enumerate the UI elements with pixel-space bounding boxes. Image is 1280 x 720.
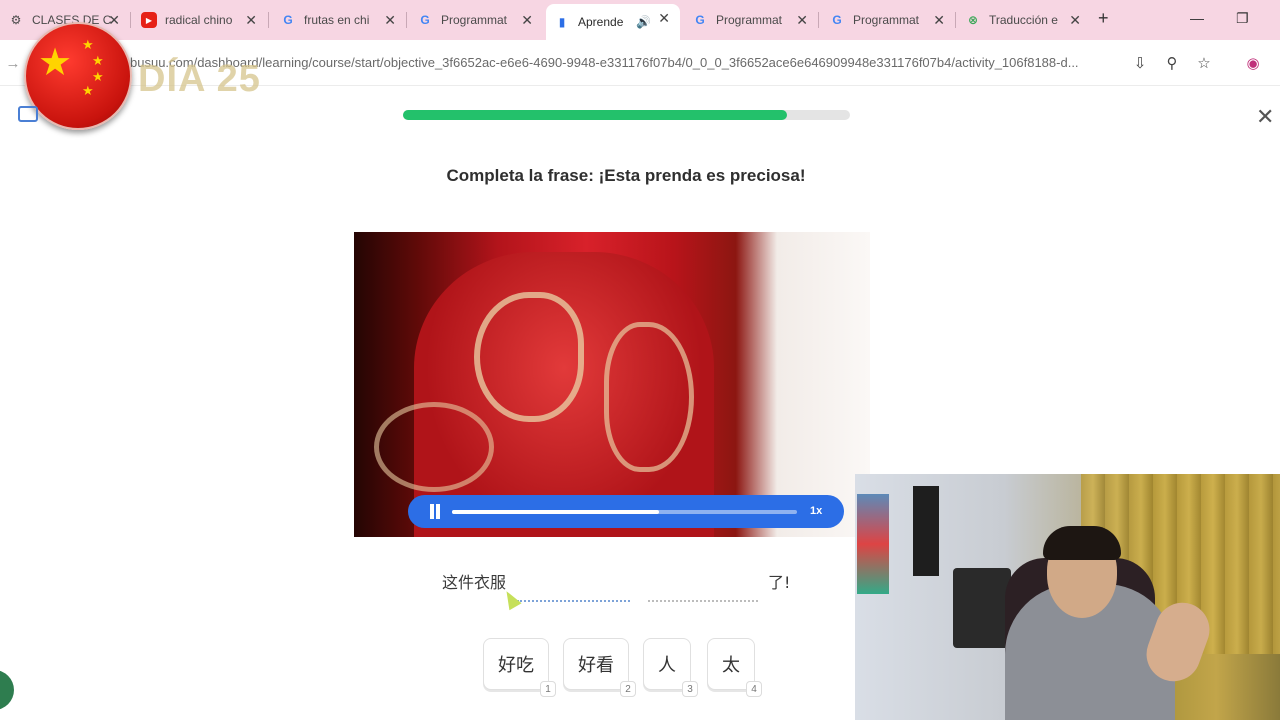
tab-divider — [268, 12, 269, 28]
webcam-overlay — [855, 474, 1280, 720]
answer-blank-2[interactable] — [648, 600, 758, 602]
close-icon[interactable]: ✕ — [384, 12, 396, 29]
google-icon: G — [695, 13, 705, 27]
tab-radical-chino[interactable]: ▶ radical chino ✕ — [133, 6, 267, 34]
star-icon: ★ — [38, 42, 73, 84]
close-icon[interactable]: ✕ — [245, 12, 257, 29]
close-icon[interactable]: ✕ — [658, 10, 670, 27]
word-choice[interactable]: 太 4 — [707, 638, 762, 697]
tab-programmat-2[interactable]: G Programmat ✕ — [684, 6, 818, 34]
chatgpt-icon: ⚙ — [10, 13, 22, 27]
address-bar[interactable]: busuu.com/dashboard/learning/course/star… — [130, 55, 1120, 70]
tab-traduccion[interactable]: ⊗ Traducción e ✕ — [957, 6, 1091, 34]
tab-title: Programmat — [853, 13, 920, 27]
tab-divider — [130, 12, 131, 28]
star-icon: ★ — [82, 37, 94, 52]
keyboard-shortcut-badge: 3 — [682, 681, 698, 697]
translate-icon: ⊗ — [967, 13, 979, 27]
zoom-icon[interactable]: ⚲ — [1161, 52, 1183, 74]
word-choice[interactable]: 好看 2 — [563, 638, 636, 697]
video-frame-embroidery — [604, 322, 694, 472]
install-icon[interactable]: ⇩ — [1129, 52, 1151, 74]
keyboard-shortcut-badge: 1 — [540, 681, 556, 697]
webcam-poster — [913, 486, 939, 576]
tab-frutas[interactable]: G frutas en chi ✕ — [272, 6, 406, 34]
tab-title: radical chino — [165, 13, 233, 27]
tab-programmat-1[interactable]: G Programmat ✕ — [409, 6, 543, 34]
lesson-progress-fill — [403, 110, 788, 120]
tab-divider — [818, 12, 819, 28]
video-player-controls: 1x — [408, 495, 844, 528]
close-lesson-icon[interactable]: ✕ — [1256, 104, 1274, 130]
google-icon: G — [420, 13, 430, 27]
video-scrubber-fill — [452, 510, 659, 514]
tab-title: Aprende — [578, 15, 624, 29]
word-choice[interactable]: 人 3 — [643, 638, 698, 697]
sentence-start: 这件衣服 — [442, 573, 507, 592]
minimize-icon[interactable]: — — [1190, 10, 1204, 26]
sentence-end: 了! — [768, 573, 791, 592]
tab-programmat-3[interactable]: G Programmat ✕ — [821, 6, 955, 34]
china-flag-logo: ★ ★ ★ ★ ★ — [24, 22, 132, 130]
keyboard-shortcut-badge: 4 — [746, 681, 762, 697]
keyboard-shortcut-badge: 2 — [620, 681, 636, 697]
forward-icon[interactable]: → — [2, 52, 24, 74]
close-icon[interactable]: ✕ — [933, 12, 945, 29]
webcam-person-hair — [1043, 526, 1121, 560]
close-icon[interactable]: ✕ — [1069, 12, 1081, 29]
speaker-icon[interactable]: 🔊 — [636, 15, 651, 29]
tab-aprende[interactable]: ▮ Aprende 🔊 ✕ — [546, 4, 680, 40]
word-choice[interactable]: 好吃 1 — [483, 638, 556, 697]
star-icon: ★ — [82, 83, 94, 98]
pause-icon[interactable] — [428, 504, 442, 519]
tab-divider — [955, 12, 956, 28]
close-icon[interactable]: ✕ — [521, 12, 533, 29]
word-choice-text: 人 — [658, 655, 676, 676]
playback-speed-button[interactable]: 1x — [810, 505, 822, 517]
close-icon[interactable]: ✕ — [108, 12, 120, 29]
bookmark-star-icon[interactable]: ☆ — [1193, 52, 1215, 74]
day-label: DÍA 25 — [138, 58, 261, 100]
google-icon: G — [283, 13, 293, 27]
profile-icon[interactable]: ◉ — [1242, 52, 1264, 74]
star-icon: ★ — [92, 53, 104, 68]
tab-divider — [406, 12, 407, 28]
answer-blank-1[interactable] — [517, 600, 630, 602]
word-choice-text: 太 — [722, 655, 740, 676]
video-frame-embroidery — [374, 402, 494, 492]
youtube-icon: ▶ — [141, 12, 157, 28]
tab-title: frutas en chi — [304, 13, 370, 27]
tab-strip: ⚙ CLASES DE C ✕ ▶ radical chino ✕ G frut… — [0, 0, 1280, 40]
new-tab-button[interactable]: + — [1098, 8, 1109, 29]
tab-title: Programmat — [716, 13, 783, 27]
keyboard-icon[interactable] — [18, 106, 38, 122]
restore-icon[interactable]: ❐ — [1236, 10, 1249, 27]
busuu-icon: ▮ — [558, 15, 566, 29]
google-icon: G — [832, 13, 842, 27]
help-widget-icon[interactable] — [0, 670, 14, 710]
tab-title: Programmat — [441, 13, 508, 27]
video-scrubber[interactable] — [452, 510, 797, 514]
lesson-video[interactable] — [354, 232, 870, 537]
word-choice-text: 好吃 — [498, 655, 534, 676]
video-frame-embroidery — [474, 292, 584, 422]
lesson-progress-bar — [403, 110, 850, 120]
tab-title: Traducción e — [989, 13, 1058, 27]
exercise-prompt: Completa la frase: ¡Esta prenda es preci… — [446, 166, 806, 185]
word-choice-text: 好看 — [578, 655, 614, 676]
close-icon[interactable]: ✕ — [796, 12, 808, 29]
star-icon: ★ — [92, 69, 104, 84]
webcam-coffee-machine — [953, 568, 1011, 648]
webcam-poster — [857, 494, 889, 594]
